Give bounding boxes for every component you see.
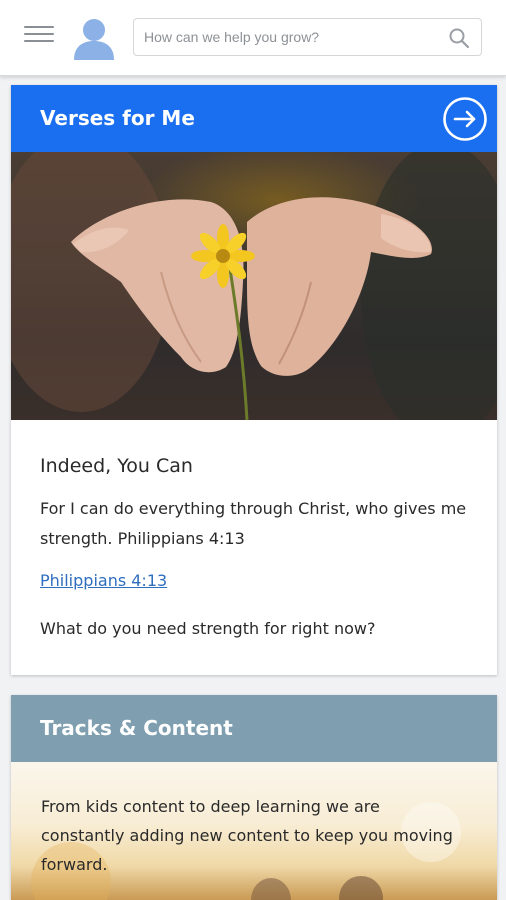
tracks-card-header[interactable]: Tracks & Content [11,695,497,762]
arrow-right-circle-icon[interactable] [442,96,488,142]
verse-reference-link[interactable]: Philippians 4:13 [40,571,167,590]
verse-title: Indeed, You Can [40,455,193,477]
top-app-bar [0,0,506,76]
tracks-card-body: From kids content to deep learning we ar… [11,762,497,900]
search-bar [133,18,482,56]
verses-card-header[interactable]: Verses for Me [11,85,497,152]
verse-text: For I can do everything through Christ, … [40,499,467,548]
profile-avatar-icon[interactable] [71,16,117,62]
reflection-question: What do you need strength for right now? [40,619,376,638]
tracks-description: From kids content to deep learning we ar… [41,797,453,874]
hands-flower-image [11,152,497,420]
hamburger-menu-icon[interactable] [24,26,54,50]
search-icon[interactable] [447,26,471,50]
search-input[interactable] [144,19,434,55]
verses-card-title: Verses for Me [40,106,195,130]
tracks-content-card[interactable]: Tracks & Content From kids content to de… [11,695,497,900]
verses-for-me-card: Verses for Me Indeed, You Can For I can … [11,85,497,675]
tracks-card-title: Tracks & Content [40,716,233,740]
